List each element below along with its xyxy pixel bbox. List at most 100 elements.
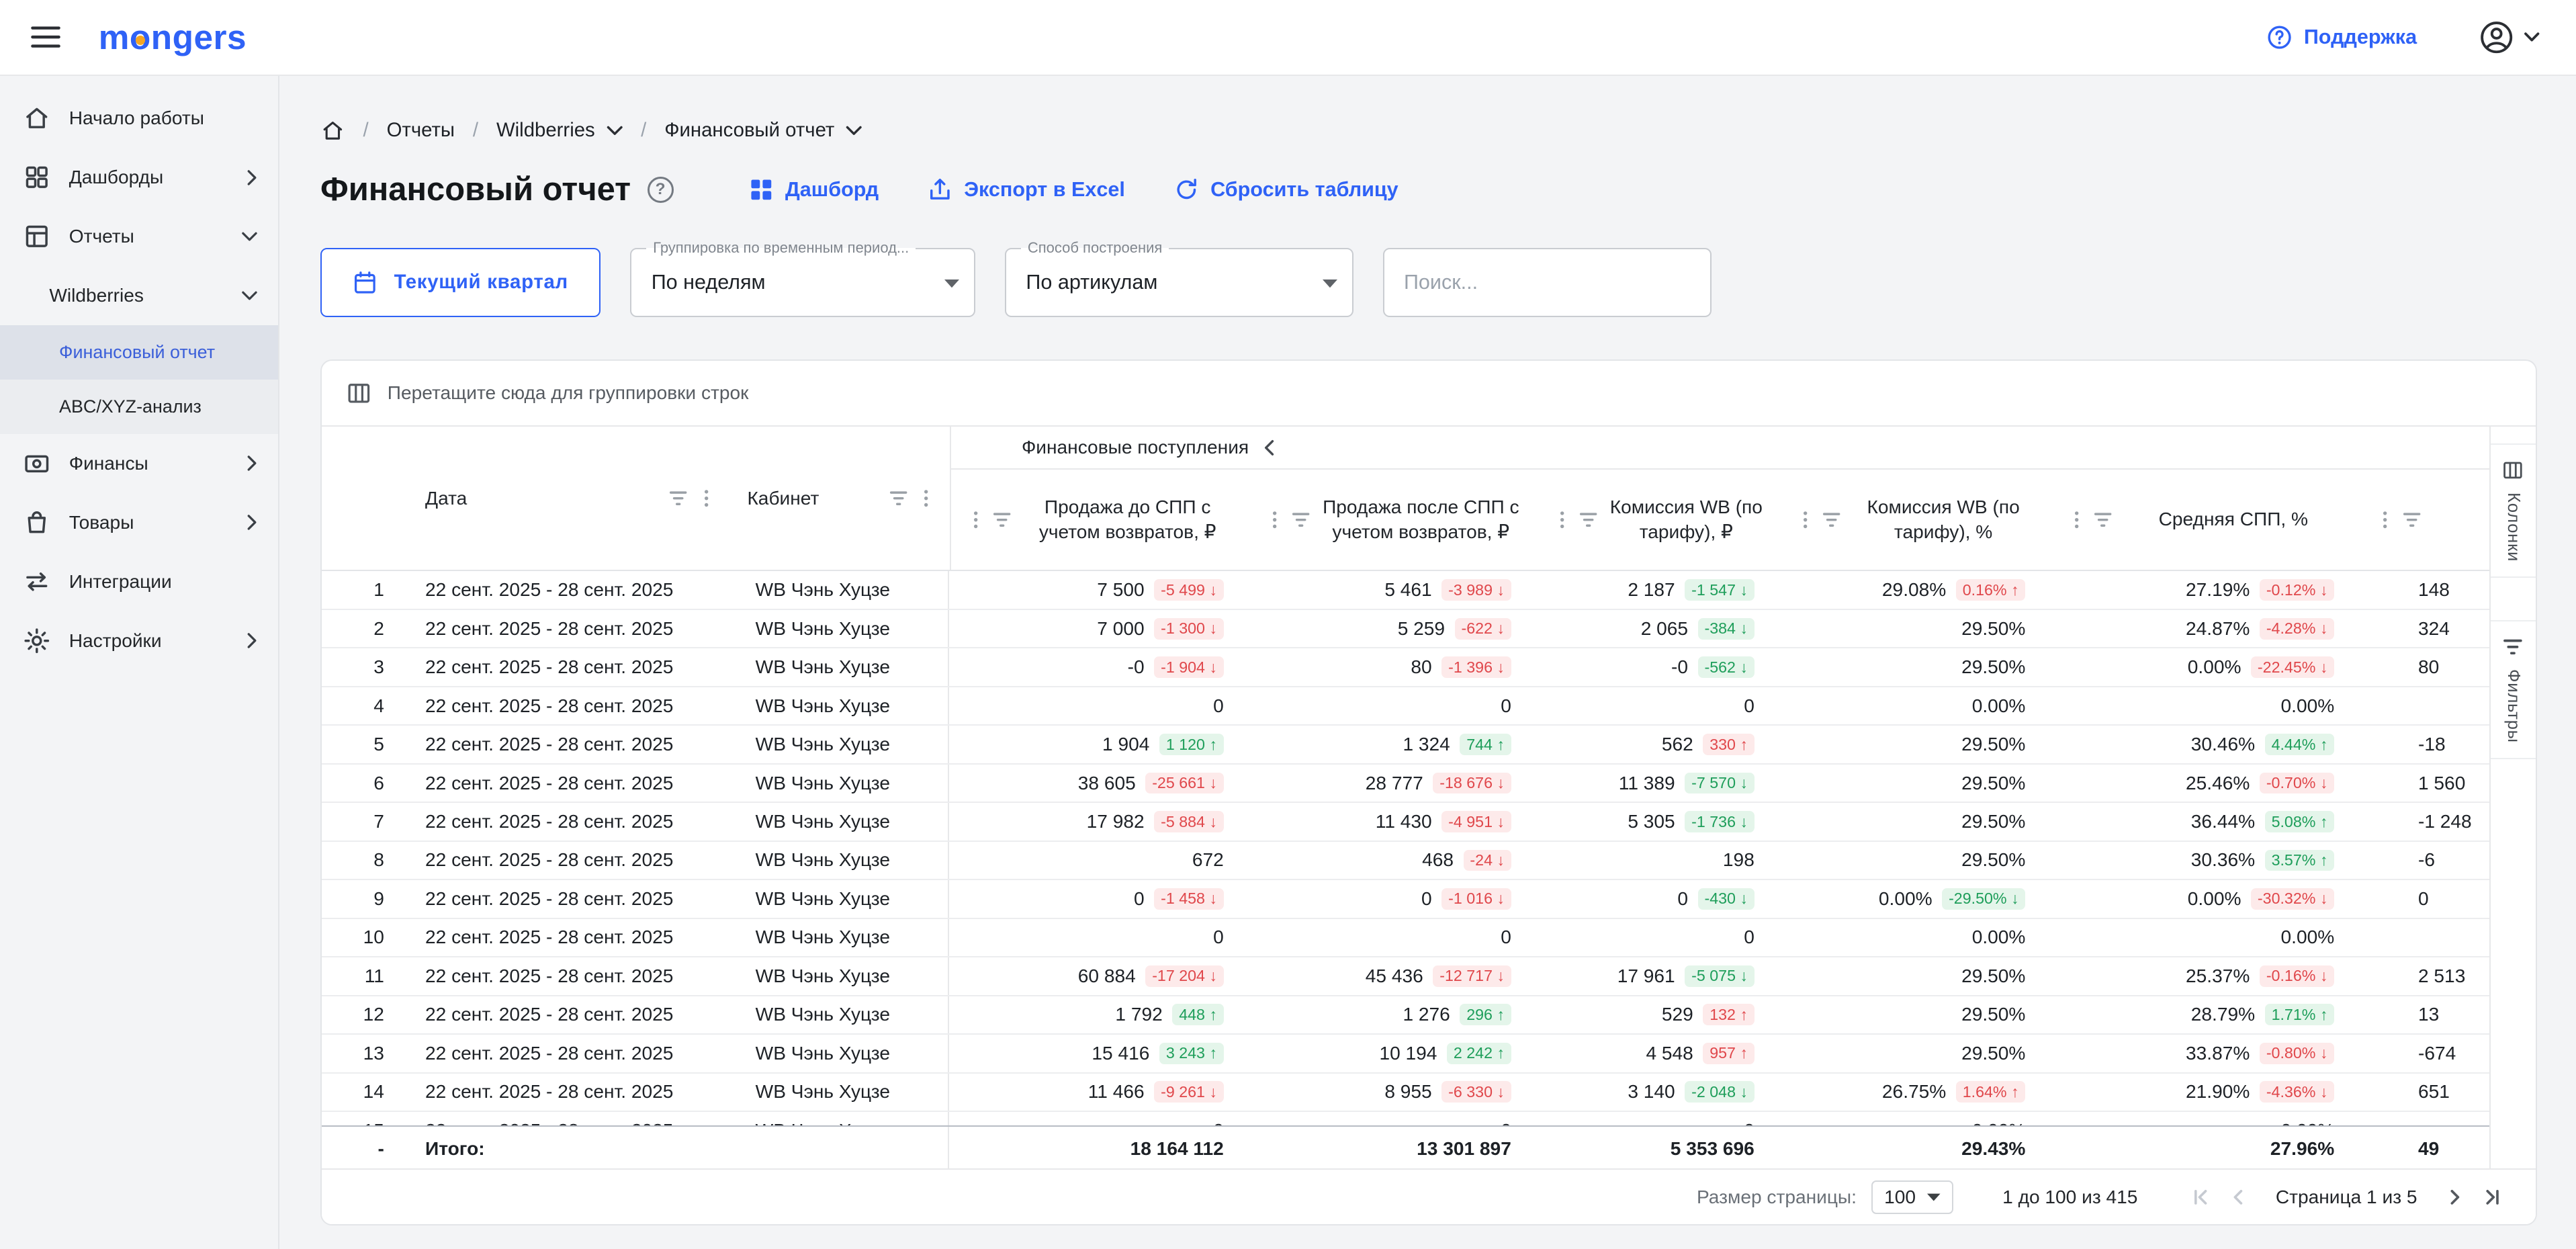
account-menu[interactable] (2479, 20, 2540, 54)
dashboards-icon (23, 163, 51, 191)
totals-label: Итого: (407, 1127, 729, 1171)
column-header[interactable]: Продажа до СПП с учетом возвратов, ₽ (951, 470, 1250, 570)
next-page-button[interactable] (2437, 1187, 2473, 1208)
export-icon (928, 177, 952, 202)
app-logo[interactable]: mongers (99, 17, 247, 57)
kebab-menu-icon[interactable] (1552, 510, 1572, 529)
help-icon[interactable]: ? (648, 177, 674, 203)
sidebar-item-integrations[interactable]: Интеграции (0, 552, 278, 611)
kebab-menu-icon[interactable] (1265, 510, 1284, 529)
table-row[interactable]: 622 сент. 2025 - 28 сент. 2025WB Чэнь Ху… (322, 765, 2492, 803)
cell-value: 0 (949, 1112, 1248, 1125)
column-header[interactable]: Комиссия WB (фактическая), ₽ (2360, 470, 2492, 570)
cell-date: 22 сент. 2025 - 28 сент. 2025 (407, 803, 729, 840)
sidebar-item-wildberries[interactable]: Wildberries (0, 266, 278, 325)
filter-icon[interactable] (668, 488, 688, 508)
chevron-down-icon (607, 126, 623, 136)
kebab-menu-icon[interactable] (2375, 510, 2395, 529)
cell-date: 22 сент. 2025 - 28 сент. 2025 (407, 765, 729, 802)
totals-value: 5 353 696 (1536, 1127, 1779, 1171)
time-grouping-select[interactable]: Группировка по временным период... По не… (630, 248, 975, 317)
first-page-button[interactable] (2184, 1187, 2220, 1208)
cell-value: 45 436-12 717 ↓ (1248, 957, 1536, 994)
table-row[interactable]: 1022 сент. 2025 - 28 сент. 2025WB Чэнь Х… (322, 919, 2492, 957)
sidebar-item-finance[interactable]: Финансы (0, 434, 278, 493)
page-size-select[interactable]: 100 (1871, 1180, 1953, 1215)
table-row[interactable]: 222 сент. 2025 - 28 сент. 2025WB Чэнь Ху… (322, 610, 2492, 648)
table-row[interactable]: 822 сент. 2025 - 28 сент. 2025WB Чэнь Ху… (322, 842, 2492, 880)
sidebar-item-financial-report[interactable]: Финансовый отчет (0, 325, 278, 380)
search-input[interactable] (1383, 248, 1712, 317)
cell-value (2359, 1112, 2492, 1125)
export-excel-button[interactable]: Экспорт в Excel (928, 177, 1124, 202)
filter-icon[interactable] (2402, 510, 2422, 529)
table-row[interactable]: 1122 сент. 2025 - 28 сент. 2025WB Чэнь Х… (322, 957, 2492, 996)
sidebar-item-reports[interactable]: Отчеты (0, 207, 278, 266)
table-row[interactable]: 122 сент. 2025 - 28 сент. 2025WB Чэнь Ху… (322, 571, 2492, 609)
kebab-menu-icon[interactable] (697, 488, 716, 508)
menu-toggle-button[interactable] (26, 17, 66, 57)
filter-icon[interactable] (1579, 510, 1598, 529)
change-badge: -0.16% ↓ (2260, 965, 2334, 987)
column-header[interactable]: Продажа после СПП с учетом возвратов, ₽ (1250, 470, 1538, 570)
collapse-group-icon[interactable] (1263, 439, 1275, 457)
change-badge: -12 717 ↓ (1433, 965, 1511, 987)
filter-icon[interactable] (1291, 510, 1311, 529)
row-grouping-dropzone[interactable]: Перетащите сюда для группировки строк (322, 361, 2536, 427)
table-row[interactable]: 1422 сент. 2025 - 28 сент. 2025WB Чэнь Х… (322, 1074, 2492, 1112)
tab-filters[interactable]: Фильтры (2491, 620, 2535, 759)
table-row[interactable]: 1222 сент. 2025 - 28 сент. 2025WB Чэнь Х… (322, 996, 2492, 1035)
period-filter-button[interactable]: Текущий квартал (320, 248, 601, 317)
support-link[interactable]: Поддержка (2266, 24, 2417, 50)
last-page-button[interactable] (2473, 1187, 2510, 1208)
column-header-cabinet[interactable]: Кабинет (729, 427, 950, 570)
sidebar-item-abc-xyz[interactable]: ABC/XYZ-анализ (0, 380, 278, 434)
sidebar-item-products[interactable]: Товары (0, 493, 278, 552)
home-breadcrumb-icon[interactable] (320, 118, 345, 143)
kebab-menu-icon[interactable] (966, 510, 985, 529)
table-row[interactable]: 1522 сент. 2025 - 28 сент. 2025WB Чэнь Х… (322, 1112, 2492, 1125)
cell-value: 36.44%5.08% ↑ (2050, 803, 2359, 840)
dashboard-button[interactable]: Дашборд (749, 177, 879, 202)
column-header[interactable]: Комиссия WB (по тарифу), ₽ (1538, 470, 1781, 570)
filter-icon[interactable] (1822, 510, 1841, 529)
column-header-date[interactable]: Дата (407, 427, 729, 570)
change-badge: 0.16% ↑ (1956, 579, 2025, 601)
tab-columns[interactable]: Колонки (2491, 443, 2535, 578)
kebab-menu-icon[interactable] (2067, 510, 2086, 529)
prev-page-button[interactable] (2220, 1187, 2256, 1208)
table-row[interactable]: 722 сент. 2025 - 28 сент. 2025WB Чэнь Ху… (322, 803, 2492, 841)
change-badge: 296 ↑ (1460, 1004, 1511, 1025)
kebab-menu-icon[interactable] (916, 488, 936, 508)
cell-value: 29.08%0.16% ↑ (1779, 571, 2051, 608)
breadcrumb-item-reports[interactable]: Отчеты (387, 119, 455, 142)
breadcrumb-label: Финансовый отчет (664, 119, 834, 142)
cell-value: 0.00% (1779, 919, 2051, 956)
table-row[interactable]: 422 сент. 2025 - 28 сент. 2025WB Чэнь Ху… (322, 687, 2492, 726)
sidebar-item-dashboards[interactable]: Дашборды (0, 148, 278, 207)
row-index: 14 (322, 1074, 407, 1111)
filter-icon[interactable] (992, 510, 1012, 529)
sidebar-item-settings[interactable]: Настройки (0, 611, 278, 671)
filter-icon[interactable] (889, 488, 908, 508)
cell-value: 0.00%-22.45% ↓ (2050, 648, 2359, 685)
sidebar-item-getting-started[interactable]: Начало работы (0, 89, 278, 148)
totals-index: - (322, 1127, 407, 1171)
cell-cabinet: WB Чэнь Хуцзе (729, 726, 950, 763)
cell-value: 0.00% (2050, 1112, 2359, 1125)
column-group-header[interactable]: Финансовые поступления (951, 427, 2492, 470)
table-row[interactable]: 922 сент. 2025 - 28 сент. 2025WB Чэнь Ху… (322, 880, 2492, 918)
cell-cabinet: WB Чэнь Хуцзе (729, 880, 950, 917)
breadcrumb-item-financial-report[interactable]: Финансовый отчет (664, 119, 862, 142)
kebab-menu-icon[interactable] (1795, 510, 1815, 529)
caret-down-icon (1927, 1193, 1941, 1201)
table-row[interactable]: 1322 сент. 2025 - 28 сент. 2025WB Чэнь Х… (322, 1035, 2492, 1073)
reset-table-button[interactable]: Сбросить таблицу (1174, 177, 1398, 202)
build-mode-select[interactable]: Способ построения По артикулам (1005, 248, 1353, 317)
table-row[interactable]: 522 сент. 2025 - 28 сент. 2025WB Чэнь Ху… (322, 726, 2492, 764)
column-header[interactable]: Средняя СПП, % (2052, 470, 2361, 570)
filter-icon[interactable] (2093, 510, 2113, 529)
table-row[interactable]: 322 сент. 2025 - 28 сент. 2025WB Чэнь Ху… (322, 648, 2492, 687)
column-header[interactable]: Комиссия WB (по тарифу), % (1781, 470, 2052, 570)
breadcrumb-item-wildberries[interactable]: Wildberries (496, 119, 623, 142)
